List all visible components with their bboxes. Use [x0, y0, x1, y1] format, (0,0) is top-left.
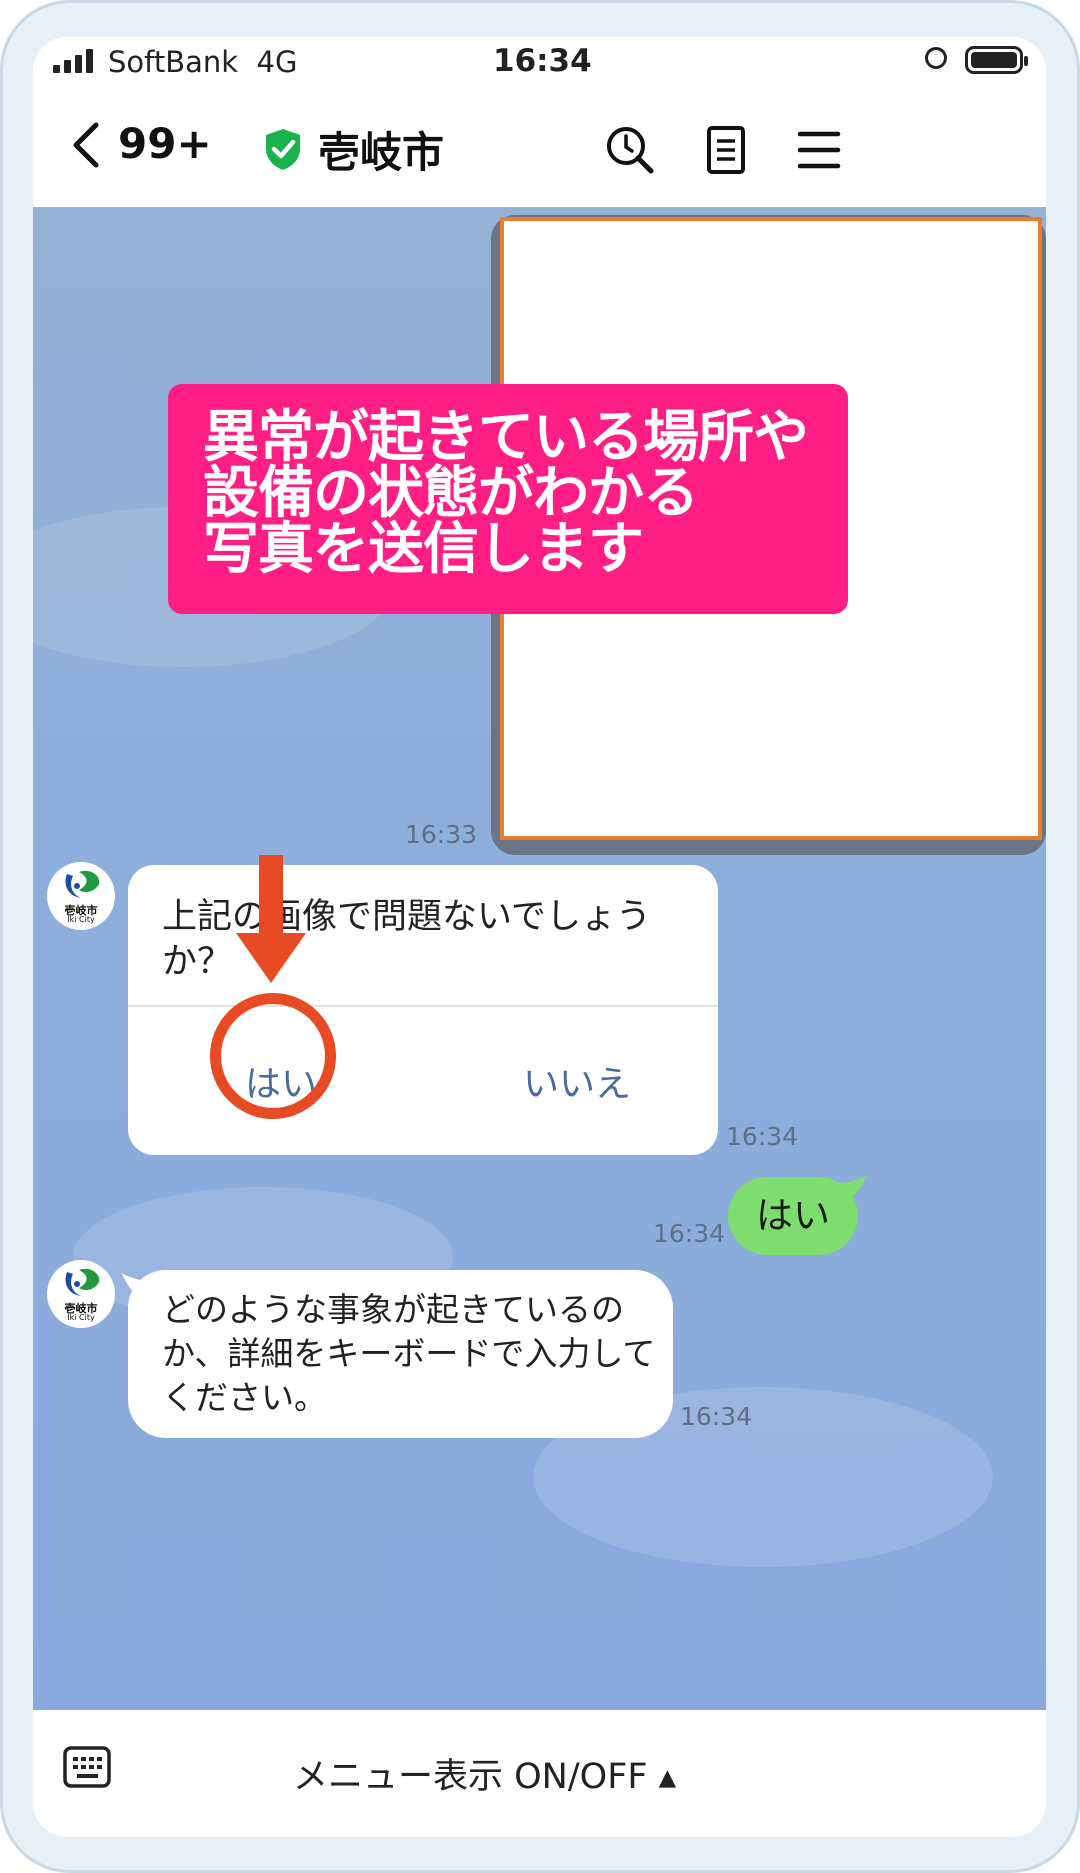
battery-icon — [965, 46, 1028, 74]
highlight-circle — [210, 993, 336, 1119]
message-time: 16:33 — [405, 820, 478, 849]
chat-header: 99+ 壱岐市 — [33, 97, 1046, 205]
chat-title: 壱岐市 — [318, 128, 445, 177]
instruction-line: 異常が起きている場所や — [203, 405, 809, 470]
message-time: 16:34 — [726, 1122, 799, 1151]
lock-rotation-icon — [925, 47, 947, 69]
bottom-bar: メニュー表示 ON/OFF ▴ — [33, 1710, 1046, 1837]
carrier-label: SoftBank 4G — [108, 45, 298, 79]
instruction-text: 異常が起きている場所や 設備の状態がわかる 写真を送信します — [203, 410, 843, 578]
unread-count[interactable]: 99+ — [118, 119, 212, 168]
bot-message-bubble[interactable]: どのような事象が起きているのか、詳細をキーボードで入力してください。 — [128, 1270, 673, 1438]
card-divider — [128, 1005, 718, 1007]
keyboard-icon[interactable] — [63, 1745, 111, 1789]
city-logo-icon — [65, 870, 100, 898]
city-logo-icon — [65, 1268, 100, 1296]
message-time: 16:34 — [653, 1219, 726, 1248]
notes-icon[interactable] — [697, 121, 755, 179]
menu-icon[interactable] — [790, 121, 848, 179]
message-time: 16:34 — [680, 1402, 753, 1431]
menu-toggle[interactable]: メニュー表示 ON/OFF ▴ — [293, 1748, 676, 1799]
back-icon[interactable] — [58, 115, 118, 175]
no-button[interactable]: いいえ — [523, 1055, 631, 1107]
instruction-line: 設備の状態がわかる — [203, 461, 699, 526]
instruction-line: 写真を送信します — [203, 517, 644, 582]
pointer-arrow-icon — [236, 855, 306, 983]
signal-icon — [53, 49, 93, 73]
verified-shield-icon — [266, 129, 300, 170]
bot-message-text: どのような事象が起きているのか、詳細をキーボードで入力してください。 — [162, 1290, 656, 1417]
status-time: 16:34 — [493, 43, 592, 79]
avatar-sublabel: Iki City — [67, 915, 95, 924]
avatar-sublabel: Iki City — [67, 1313, 95, 1322]
user-message-text: はい — [756, 1194, 830, 1237]
user-message-bubble[interactable]: はい — [728, 1177, 858, 1255]
avatar[interactable]: 壱岐市 Iki City — [47, 862, 115, 930]
confirm-card: 上記の画像で問題ないでしょうか？ はい いいえ — [128, 865, 718, 1155]
avatar[interactable]: 壱岐市 Iki City — [47, 1260, 115, 1328]
search-icon[interactable] — [601, 121, 659, 179]
phone-screen: SoftBank 4G 16:34 99+ 壱岐市 16:33 壱岐市 Iki … — [33, 37, 1046, 1837]
